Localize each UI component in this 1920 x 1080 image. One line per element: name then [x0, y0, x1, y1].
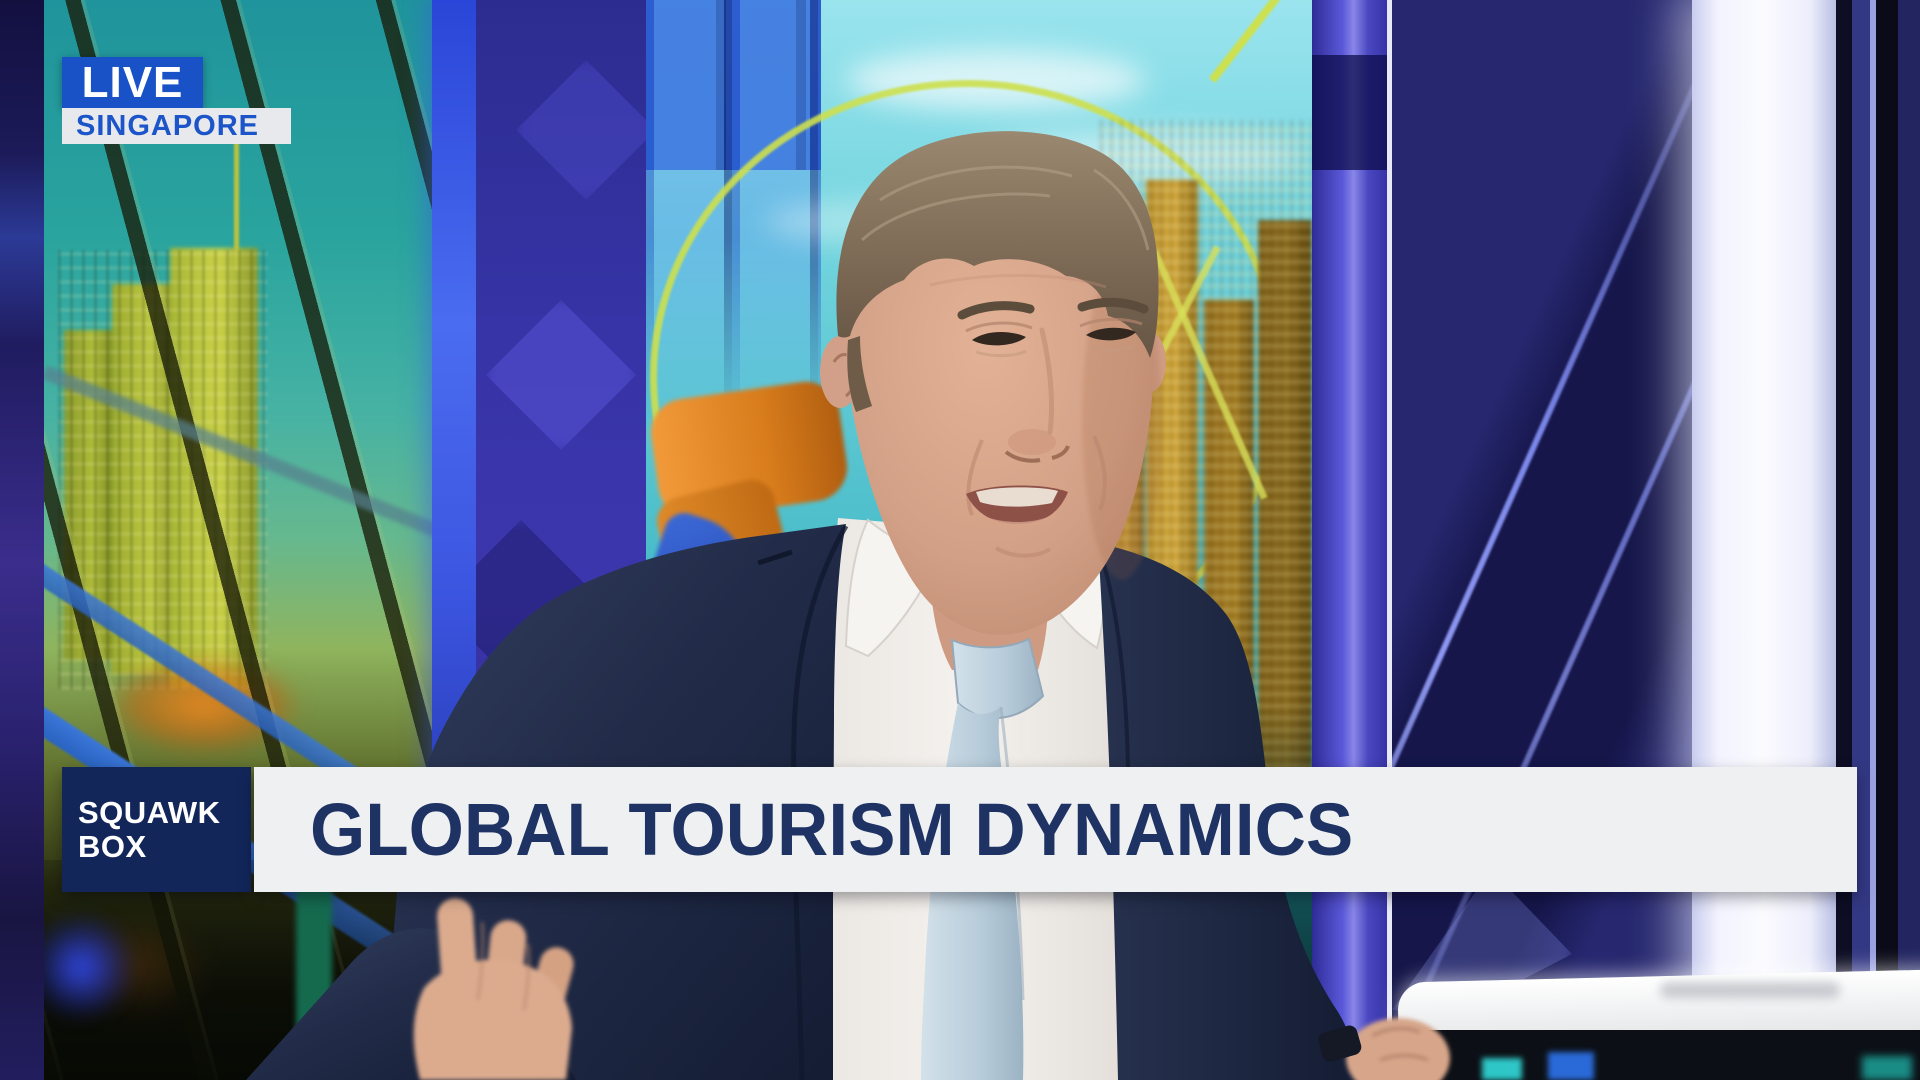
- tie-knot: [952, 639, 1043, 718]
- location-label: SINGAPORE: [76, 110, 259, 143]
- show-flag: SQUAWK BOX: [62, 767, 251, 892]
- teeth: [976, 487, 1058, 506]
- broadcast-frame: LIVE SINGAPORE SQUAWK BOX GLOBAL TOURISM…: [0, 0, 1920, 1080]
- location-badge: SINGAPORE: [62, 108, 291, 144]
- show-name-line1: SQUAWK: [78, 796, 251, 829]
- left-hand: [1346, 1018, 1450, 1080]
- live-badge: LIVE: [62, 57, 203, 108]
- lower-third-banner: GLOBAL TOURISM DYNAMICS: [254, 767, 1857, 892]
- nose-tip: [1008, 429, 1056, 455]
- live-label: LIVE: [82, 58, 184, 108]
- live-bug: LIVE SINGAPORE: [62, 57, 291, 144]
- headline-text: GLOBAL TOURISM DYNAMICS: [310, 787, 1353, 872]
- show-name-line2: BOX: [78, 830, 251, 863]
- studio-guest: [0, 0, 1920, 1080]
